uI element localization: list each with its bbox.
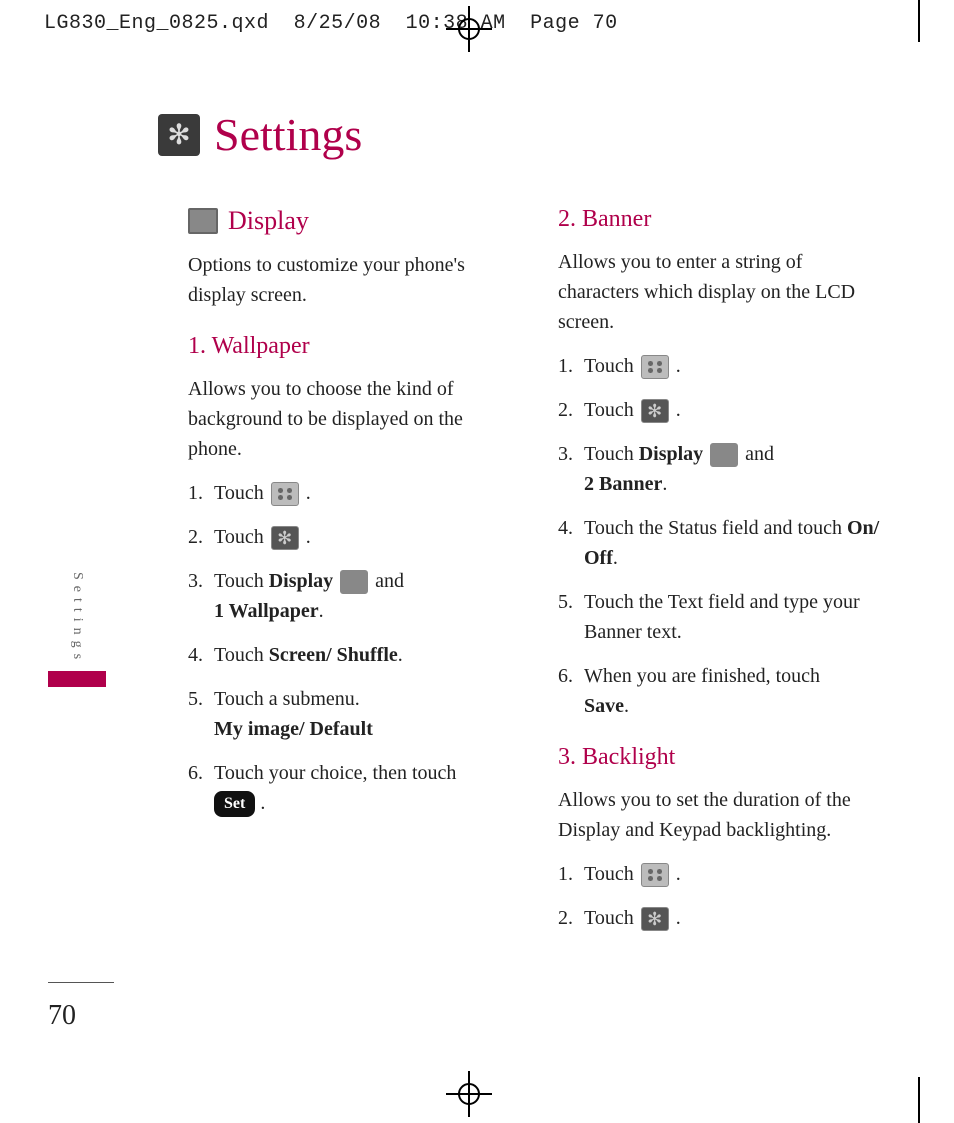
- column-left: Display Options to customize your phone'…: [188, 201, 518, 947]
- registration-mark-bottom: [452, 1077, 486, 1111]
- wallpaper-step-6: Touch your choice, then touch Set .: [188, 758, 518, 818]
- crop-mark-bottom-right: [918, 1077, 920, 1123]
- display-intro: Options to customize your phone's displa…: [188, 250, 518, 310]
- wallpaper-steps: Touch . Touch . Touch Display and 1 Wall…: [188, 478, 518, 818]
- page-content: ✻ Settings Display Options to customize …: [48, 108, 898, 947]
- display-section-icon: [188, 208, 218, 234]
- side-tab-label: Settings: [69, 572, 85, 665]
- backlight-heading: 3. Backlight: [558, 739, 888, 775]
- page-number-rule: [48, 982, 114, 983]
- page-title: Settings: [214, 108, 362, 161]
- wallpaper-step-1: Touch .: [188, 478, 518, 508]
- header-date: 8/25/08: [294, 12, 382, 35]
- apps-grid-icon: [641, 863, 669, 887]
- column-right: 2. Banner Allows you to enter a string o…: [558, 201, 888, 947]
- side-tab-marker: [48, 671, 106, 687]
- backlight-step-2: Touch .: [558, 903, 888, 933]
- crop-mark-top-right: [918, 0, 920, 42]
- wallpaper-heading: 1. Wallpaper: [188, 328, 518, 364]
- banner-steps: Touch . Touch . Touch Display and 2 Bann…: [558, 351, 888, 721]
- display-heading: Display: [228, 201, 309, 240]
- apps-grid-icon: [271, 482, 299, 506]
- wallpaper-step-5: Touch a submenu. My image/ Default: [188, 684, 518, 744]
- banner-step-5: Touch the Text field and type your Banne…: [558, 587, 888, 647]
- backlight-step-1: Touch .: [558, 859, 888, 889]
- settings-icon: ✻: [158, 114, 200, 156]
- banner-intro: Allows you to enter a string of characte…: [558, 247, 888, 337]
- display-icon: [710, 443, 738, 467]
- wallpaper-step-3: Touch Display and 1 Wallpaper.: [188, 566, 518, 626]
- display-icon: [340, 570, 368, 594]
- header-file: LG830_Eng_0825.qxd: [44, 12, 269, 35]
- banner-step-1: Touch .: [558, 351, 888, 381]
- backlight-intro: Allows you to set the duration of the Di…: [558, 785, 888, 845]
- gear-icon: [641, 907, 669, 931]
- banner-heading: 2. Banner: [558, 201, 888, 237]
- backlight-steps: Touch . Touch .: [558, 859, 888, 933]
- page-number: 70: [48, 1000, 76, 1032]
- banner-step-3: Touch Display and 2 Banner.: [558, 439, 888, 499]
- wallpaper-step-4: Touch Screen/ Shuffle.: [188, 640, 518, 670]
- apps-grid-icon: [641, 355, 669, 379]
- banner-step-2: Touch .: [558, 395, 888, 425]
- set-button-icon: Set: [214, 791, 255, 817]
- gear-icon: [271, 526, 299, 550]
- side-tab: Settings: [48, 572, 106, 687]
- page-title-row: ✻ Settings: [158, 108, 898, 161]
- registration-mark-top: [452, 12, 486, 46]
- wallpaper-intro: Allows you to choose the kind of backgro…: [188, 374, 518, 464]
- header-page: Page 70: [530, 12, 618, 35]
- banner-step-4: Touch the Status field and touch On/ Off…: [558, 513, 888, 573]
- banner-step-6: When you are finished, touch Save.: [558, 661, 888, 721]
- gear-icon: [641, 399, 669, 423]
- wallpaper-step-2: Touch .: [188, 522, 518, 552]
